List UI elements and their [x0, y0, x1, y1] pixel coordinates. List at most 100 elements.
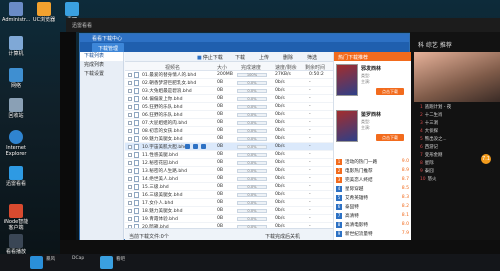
stop-all-button[interactable]: ■停止下载: [197, 54, 223, 61]
row-checkbox[interactable]: [128, 177, 132, 181]
hot-rank-item[interactable]: 3 完美恋人终结 8.7: [336, 176, 412, 184]
hot-rank-item[interactable]: 5 艾希英雄特 8.3: [336, 194, 412, 202]
delete-button[interactable]: 删除: [283, 54, 293, 61]
sidebar-item-download-settings[interactable]: 下载设置: [80, 70, 123, 79]
row-checkbox[interactable]: [128, 89, 132, 93]
desktop-icon-administrator[interactable]: Administr...: [2, 2, 30, 23]
featured-thumbnail[interactable]: [414, 52, 500, 102]
playlist-item[interactable]: 9 泰囧: [420, 168, 500, 175]
card-download-button[interactable]: 点击下载: [376, 88, 404, 95]
download-row[interactable]: 07.大屁姐姐的肉.bhd 0B 0.0% 0b/s -: [125, 119, 333, 127]
kanba-icon: [65, 2, 79, 16]
row-checkbox[interactable]: [128, 81, 132, 85]
recommend-card[interactable]: 鉴罗西林 类型: 主演: 点击下载: [336, 110, 410, 154]
sidebar-item-download-list[interactable]: 下载列表: [80, 52, 123, 61]
desktop-icon-ie[interactable]: Internet Explorer: [2, 130, 30, 157]
download-row[interactable]: 04.偏偏爱上你.bhd 0B 0.0% 0b/s -: [125, 95, 333, 103]
download-row[interactable]: 08.初恋的女孩.bhd 0B 0.0% 0b/s -: [125, 127, 333, 135]
row-checkbox[interactable]: [128, 105, 132, 109]
column-header-name[interactable]: 视频名: [165, 64, 180, 71]
download-row[interactable]: 01.最爱的替身情人的.bhd 200MB 100% 27KB/s 0:50:2: [125, 71, 333, 79]
download-window-title-bar[interactable]: 看看下载中心: [80, 34, 409, 42]
player-nav-tabs[interactable]: 科 综艺 推荐: [418, 40, 452, 49]
download-row[interactable]: 17.女仆人.bhd 0B 0.0% 0b/s -: [125, 199, 333, 207]
playlist-item[interactable]: 3 十三洞: [420, 120, 500, 127]
player-control-bar[interactable]: [60, 240, 500, 254]
download-row[interactable]: 11.性感美腿.bhd 0B 0.0% 0b/s -: [125, 151, 333, 159]
download-row[interactable]: 14.绝世美人.bhd 0B 0.0% 0b/s -: [125, 175, 333, 183]
row-checkbox[interactable]: [128, 217, 132, 221]
download-row[interactable]: 19.青霞体验.bhd 0B 0.0% 0b/s -: [125, 215, 333, 223]
column-header-progress[interactable]: 完成速度: [241, 64, 261, 71]
download-row[interactable]: 16.三级美腿女.bhd 0B 0.0% 0b/s -: [125, 191, 333, 199]
column-header-size[interactable]: 大小: [217, 64, 227, 71]
delete-icon[interactable]: [193, 144, 198, 149]
desktop-icon-xunlei-kankan[interactable]: 迅雷看看: [2, 166, 30, 187]
tab-download-manager[interactable]: 下载管理: [92, 43, 125, 52]
playlist-item[interactable]: 1 逃跑计划 - 夜: [420, 104, 500, 111]
desktop-icon-computer[interactable]: 计算机: [2, 36, 30, 57]
hot-rank-item[interactable]: 8 高清电影特 8.0: [336, 221, 412, 229]
recommend-card[interactable]: 邪发西林 类型: 主演: 点击下载: [336, 64, 410, 108]
row-checkbox[interactable]: [128, 137, 132, 141]
download-row[interactable]: 09.魅力美腿女.bhd 0B 0.0% 0b/s -: [125, 135, 333, 143]
hot-rank-item[interactable]: 6 泰囧特 8.2: [336, 203, 412, 211]
desktop-icon-network[interactable]: 网络: [2, 68, 30, 89]
shutdown-after-download-option[interactable]: 下载完成后关机: [265, 233, 300, 240]
download-row[interactable]: 02.朝香梦游巨肥乳女.bhd 0B 0.0% 0b/s -: [125, 79, 333, 87]
download-row[interactable]: 05.狂野的乐队.bhd 0B 0.0% 0b/s -: [125, 103, 333, 111]
playlist-item[interactable]: 10 怒火: [420, 176, 500, 183]
filter-button[interactable]: 筛选: [307, 54, 317, 61]
download-row[interactable]: 03.大兔姐最是碧浪.bhd 0B 0.0% 0b/s -: [125, 87, 333, 95]
download-row[interactable]: 10.宇宙美肌大胆.bhd 0B 0.0% 0b/s -: [125, 143, 333, 151]
row-checkbox[interactable]: [128, 129, 132, 133]
playlist-item[interactable]: 6 西游记: [420, 144, 500, 151]
hot-rank-item[interactable]: 2 电影热门推荐 8.9: [336, 167, 412, 175]
download-row[interactable]: 06.狂野的乐队.bhd 0B 0.0% 0b/s -: [125, 111, 333, 119]
kanba-taskbar-icon[interactable]: [100, 256, 113, 269]
download-speed: 0b/s: [275, 152, 285, 157]
playlist-item[interactable]: 5 熊出没之...: [420, 136, 500, 143]
row-checkbox[interactable]: [128, 209, 132, 213]
row-checkbox[interactable]: [128, 121, 132, 125]
upload-button[interactable]: 上传: [259, 54, 269, 61]
download-row[interactable]: 15.三级.bhd 0B 0.0% 0b/s -: [125, 183, 333, 191]
folder-icon[interactable]: [201, 144, 206, 149]
desktop-icon-uc-browser[interactable]: UC浏览器: [30, 2, 58, 23]
row-checkbox[interactable]: [128, 73, 132, 77]
row-checkbox[interactable]: [128, 185, 132, 189]
player-title-bar[interactable]: 迅雷看看: [66, 18, 500, 32]
row-checkbox[interactable]: [128, 153, 132, 157]
hot-rank-item[interactable]: 4 星际穿越 8.5: [336, 185, 412, 193]
row-checkbox[interactable]: [128, 113, 132, 117]
row-checkbox[interactable]: [128, 161, 132, 165]
sidebar-item-completed-list[interactable]: 完成列表: [80, 61, 123, 70]
row-checkbox[interactable]: [128, 145, 132, 149]
playlist-item[interactable]: 4 大侦探: [420, 128, 500, 135]
hot-rank-item[interactable]: 1 活动的热门一路 9.0: [336, 158, 412, 166]
column-header-speed[interactable]: 速度/剩余: [275, 64, 297, 71]
download-row[interactable]: 18.魅力美腿女.bhd 0B 0.0% 0b/s -: [125, 207, 333, 215]
download-row[interactable]: 12.秘密花园.bhd 0B 0.0% 0b/s -: [125, 159, 333, 167]
hot-rank-item[interactable]: 7 高清特 8.1: [336, 212, 412, 220]
kankan-player-icon: [9, 234, 23, 248]
card-download-button[interactable]: 点击下载: [376, 134, 404, 141]
row-checkbox[interactable]: [128, 97, 132, 101]
download-row[interactable]: 13.秘密的人生路.bhd 0B 0.0% 0b/s -: [125, 167, 333, 175]
desktop-icon-recycle-bin[interactable]: 回收站: [2, 98, 30, 119]
movie-poster[interactable]: [336, 64, 358, 96]
hot-recommend-panel: 热门下载推荐 邪发西林 类型: 主演: 点击下载 鉴罗西林 类型: 主演: 点击…: [333, 52, 411, 241]
row-checkbox[interactable]: [128, 201, 132, 205]
movie-poster[interactable]: [336, 110, 358, 142]
row-checkbox[interactable]: [128, 169, 132, 173]
desktop-icon-kankan-player[interactable]: 看看播放: [2, 234, 30, 255]
baofeng-icon[interactable]: [30, 256, 43, 269]
pause-icon[interactable]: [185, 144, 190, 149]
download-button[interactable]: 下载: [235, 54, 245, 61]
hot-rank-item[interactable]: 9 新世纪流量特 7.9: [336, 230, 412, 238]
download-speed: 0b/s: [275, 112, 285, 117]
row-checkbox[interactable]: [128, 193, 132, 197]
desktop-icon-inode[interactable]: iNode智能客户端: [2, 204, 30, 231]
column-header-remaining[interactable]: 剩余时间: [305, 64, 325, 71]
playlist-item[interactable]: 2 十二生肖: [420, 112, 500, 119]
